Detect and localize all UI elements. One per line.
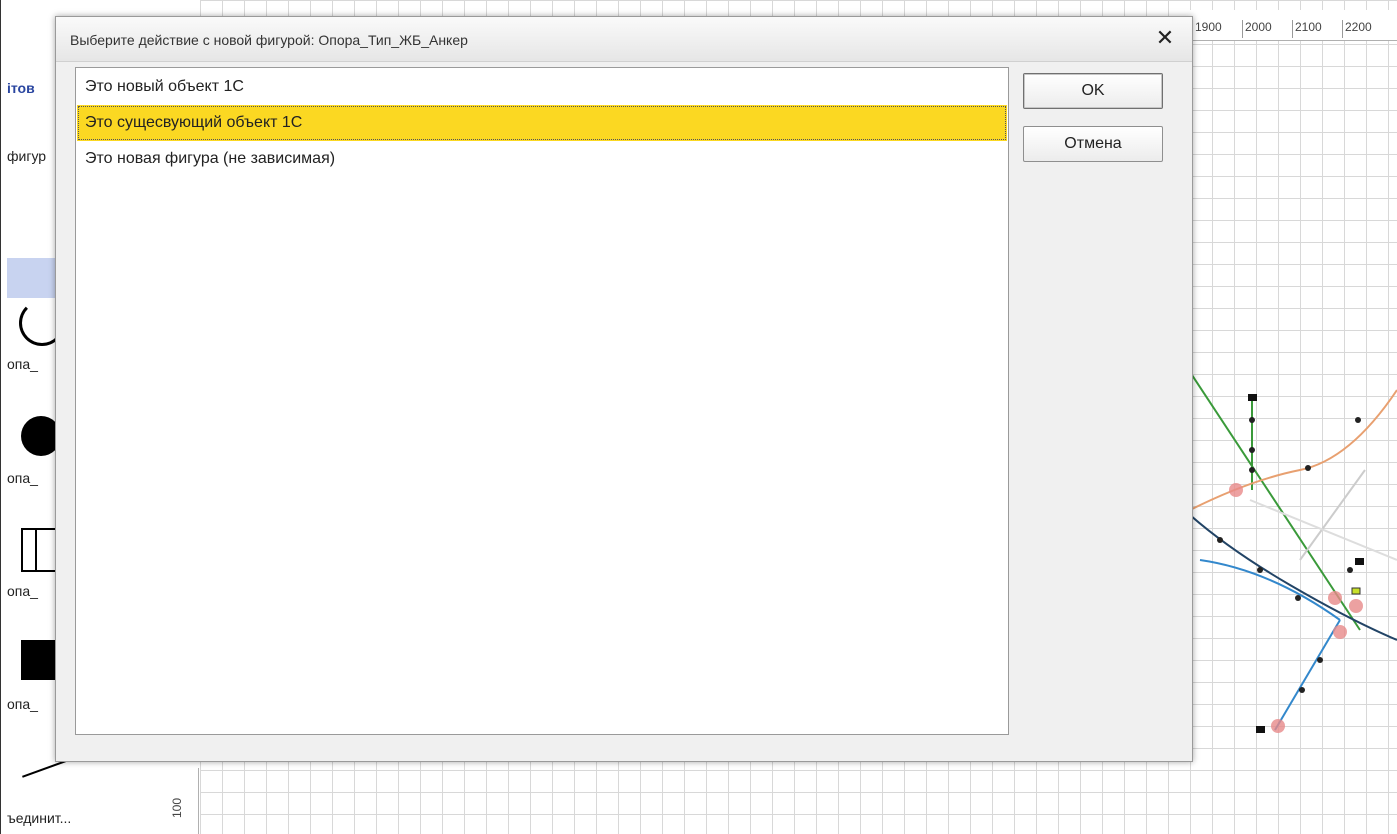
gray-line <box>1249 499 1397 561</box>
highlight-node <box>1333 625 1347 639</box>
palette-title: ітов <box>7 80 35 96</box>
node <box>1249 417 1255 423</box>
station-box <box>1355 558 1364 565</box>
diagram-nodes <box>1217 417 1361 693</box>
network-diagram <box>1190 371 1397 733</box>
node <box>1249 467 1255 473</box>
node <box>1257 567 1263 573</box>
highlight-node <box>1271 719 1285 733</box>
close-icon[interactable]: ✕ <box>1152 25 1178 51</box>
top-ruler: 1900 2000 2100 2200 <box>1190 10 1397 41</box>
ruler-tick: 2200 <box>1342 20 1372 38</box>
ruler-tick: 2000 <box>1242 20 1272 38</box>
node <box>1305 465 1311 471</box>
gray-line <box>1299 469 1366 561</box>
dialog-title: Выберите действие с новой фигурой: Опора… <box>70 32 468 48</box>
cancel-button[interactable]: Отмена <box>1023 126 1163 162</box>
left-ruler: 100 <box>168 768 199 834</box>
highlight-node <box>1328 591 1342 605</box>
palette-figures-label: фигур <box>7 148 47 164</box>
connector-line-icon[interactable] <box>22 760 66 778</box>
node <box>1317 657 1323 663</box>
ruler-tick: 2100 <box>1292 20 1322 38</box>
highlight-node <box>1349 599 1363 613</box>
shape-label: опа_ <box>7 470 38 486</box>
diagram-lines <box>1190 371 1397 731</box>
node <box>1347 567 1353 573</box>
station-box <box>1248 394 1257 401</box>
option-new-independent-figure[interactable]: Это новая фигура (не зависимая) <box>77 141 1007 177</box>
shape-label: опа_ <box>7 356 38 372</box>
dark-line <box>1190 514 1397 641</box>
node <box>1217 537 1223 543</box>
shape-label: опа_ <box>7 583 38 599</box>
ruler-tick: 100 <box>170 797 184 818</box>
node <box>1249 447 1255 453</box>
ok-button[interactable]: OK <box>1023 73 1163 109</box>
blue-line <box>1274 619 1341 731</box>
node <box>1299 687 1305 693</box>
station-box <box>1256 726 1265 733</box>
ruler-tick: 1900 <box>1192 20 1222 38</box>
action-options-list[interactable]: Это новый объект 1С Это сущесвующий объе… <box>75 67 1009 735</box>
connector-label: ъединит... <box>7 810 72 826</box>
node <box>1295 595 1301 601</box>
highlight-node <box>1229 483 1243 497</box>
orange-line <box>1190 389 1397 511</box>
diagram-boxes <box>1248 394 1364 733</box>
option-new-1c-object[interactable]: Это новый объект 1С <box>77 69 1007 105</box>
dialog-titlebar[interactable]: Выберите действие с новой фигурой: Опора… <box>56 17 1192 62</box>
action-dialog: Выберите действие с новой фигурой: Опора… <box>55 16 1193 762</box>
shape-label: опа_ <box>7 696 38 712</box>
station-box <box>1351 587 1361 595</box>
node <box>1355 417 1361 423</box>
option-existing-1c-object[interactable]: Это сущесвующий объект 1С <box>77 105 1007 141</box>
